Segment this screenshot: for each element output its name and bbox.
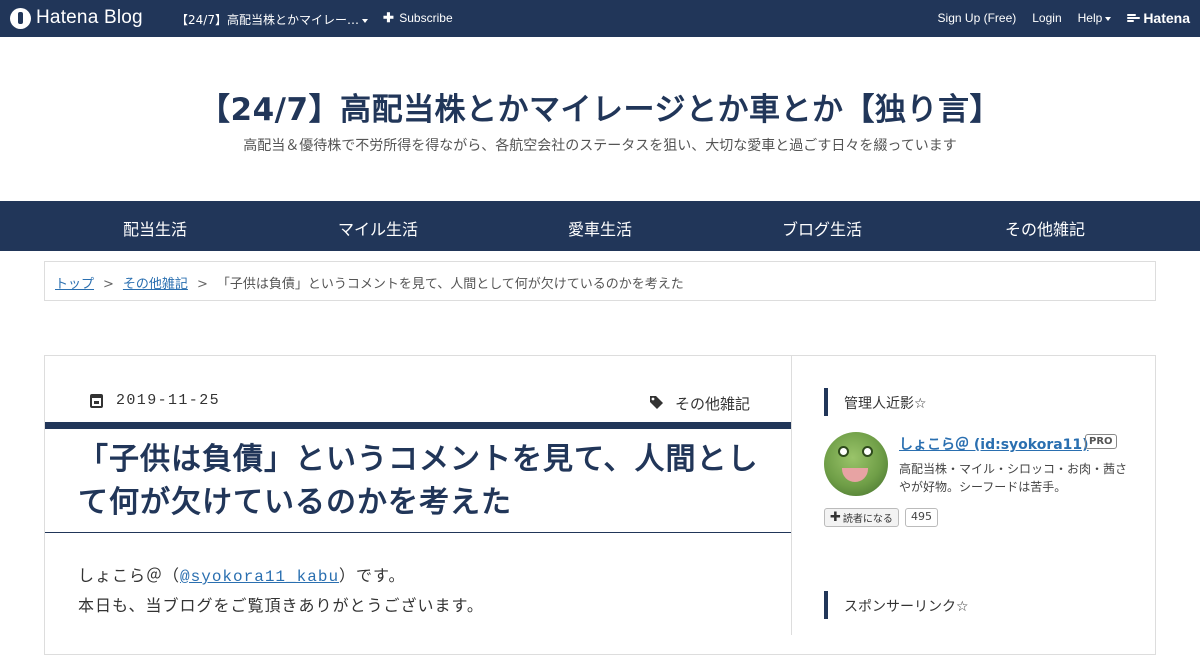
intro-text-before: しょこら＠（: [78, 566, 181, 585]
entry-category-link[interactable]: その他雑記: [675, 393, 750, 414]
blog-description: 高配当＆優待株で不労所得を得ながら、各航空会社のステータスを狙い、大切な愛車と過…: [243, 138, 957, 154]
breadcrumb-home-link[interactable]: トップ: [55, 277, 94, 292]
title-underline: [45, 532, 791, 533]
avatar-eye: [838, 446, 849, 457]
nav-item-misc[interactable]: その他雑記: [935, 216, 1155, 240]
nav-item-mile[interactable]: マイル生活: [268, 216, 488, 240]
subscribe-reader-button[interactable]: ✚ 読者になる: [824, 508, 899, 527]
blog-selector[interactable]: 【24/7】高配当株とかマイレー…: [176, 11, 368, 28]
nav-item-dividend[interactable]: 配当生活: [45, 216, 265, 240]
entry-paragraph-intro: しょこら＠（@syokora11_kabu）です。: [78, 562, 405, 586]
hatena-label: Hatena: [1143, 10, 1190, 26]
brand-name: Hatena Blog: [36, 7, 143, 28]
plus-icon: ✚: [383, 10, 394, 25]
entry-paragraph-greeting: 本日も、当ブログをご覧頂きありがとうございます。: [78, 596, 484, 615]
profile-description: 高配当株・マイル・シロッコ・お肉・茜さやが好物。シーフードは苦手。: [899, 462, 1128, 494]
entry-date[interactable]: 2019-11-25: [116, 392, 220, 409]
hatena-blog-brand[interactable]: Hatena Blog: [10, 7, 143, 29]
profile-name-link[interactable]: しょこら＠ (id:syokora11): [899, 434, 1089, 454]
blog-selector-label: 【24/7】高配当株とかマイレー…: [176, 13, 359, 27]
help-label: Help: [1077, 11, 1103, 25]
top-links: Sign Up (Free) Login Help Hatena: [922, 10, 1190, 26]
avatar[interactable]: [824, 432, 888, 496]
entry-title[interactable]: 「子供は負債」というコメントを見て、人間として何が欠けているのかを考えた: [78, 438, 778, 524]
intro-text-after: ）です。: [339, 566, 406, 585]
nav-item-car[interactable]: 愛車生活: [490, 216, 710, 240]
blog-title[interactable]: 【24/7】高配当株とかマイレージとか車とか【独り言】: [0, 84, 1200, 129]
avatar-mouth: [842, 468, 868, 482]
subscribe-button[interactable]: ✚ Subscribe: [383, 10, 453, 26]
nav-item-blog[interactable]: ブログ生活: [712, 216, 932, 240]
login-link[interactable]: Login: [1032, 11, 1061, 25]
breadcrumb: トップ > その他雑記 > 「子供は負債」というコメントを見て、人間として何が欠けている…: [44, 261, 1156, 301]
reader-button-label: 読者になる: [842, 514, 893, 525]
subscribe-label: Subscribe: [399, 11, 453, 25]
global-nav: 配当生活 マイル生活 愛車生活 ブログ生活 その他雑記: [0, 201, 1200, 251]
title-accent-bar: [45, 422, 791, 429]
hatena-wind-icon: [1127, 13, 1141, 23]
signup-link[interactable]: Sign Up (Free): [938, 11, 1017, 25]
sidebar-profile-heading: 管理人近影☆: [824, 388, 1124, 416]
reader-count: 495: [905, 508, 938, 527]
hatena-logo-link[interactable]: Hatena: [1127, 10, 1190, 26]
help-menu[interactable]: Help: [1078, 11, 1112, 25]
caret-down-icon: [1105, 16, 1112, 21]
plus-icon: ✚: [830, 510, 841, 525]
column-divider: [791, 355, 792, 635]
twitter-link[interactable]: @syokora11_kabu: [180, 568, 339, 586]
caret-down-icon: [361, 18, 368, 23]
hatena-topbar: Hatena Blog 【24/7】高配当株とかマイレー… ✚ Subscrib…: [0, 0, 1200, 37]
avatar-eye: [862, 446, 873, 457]
pro-badge: PRO: [1085, 434, 1117, 449]
breadcrumb-category-link[interactable]: その他雑記: [123, 277, 188, 292]
breadcrumb-current: 「子供は負債」というコメントを見て、人間として何が欠けているのかを考えた: [216, 277, 684, 292]
hatena-blog-logo-icon: [10, 7, 31, 29]
sidebar-sponsor-heading: スポンサーリンク☆: [824, 591, 1124, 619]
calendar-icon: [90, 394, 103, 408]
breadcrumb-separator: >: [103, 277, 114, 292]
breadcrumb-separator: >: [196, 277, 208, 292]
